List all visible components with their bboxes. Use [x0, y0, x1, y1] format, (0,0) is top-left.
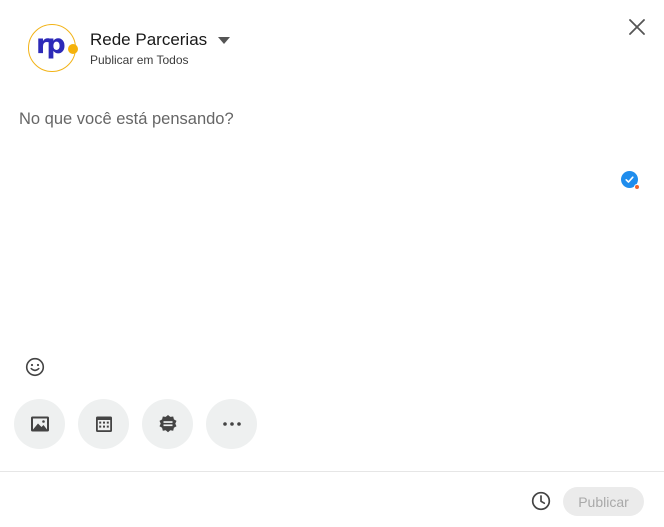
more-icon: [222, 422, 241, 426]
create-event-button[interactable]: [78, 399, 129, 449]
calendar-icon: [95, 416, 112, 432]
emoji-icon: [25, 357, 45, 377]
footer-divider: [0, 471, 664, 472]
publish-button[interactable]: Publicar: [563, 487, 644, 516]
author-meta: Rede Parcerias Publicar em Todos: [90, 29, 231, 67]
author-name-row: Rede Parcerias: [90, 29, 231, 50]
post-text-editor[interactable]: No que você está pensando?: [19, 110, 619, 129]
avatar: rp: [28, 24, 78, 72]
avatar-logo-text: rp: [36, 29, 66, 60]
verified-check-icon: [621, 171, 640, 190]
celebrate-button[interactable]: [142, 399, 193, 449]
schedule-button[interactable]: [530, 490, 552, 512]
emoji-button[interactable]: [24, 356, 46, 378]
close-icon: [629, 19, 645, 35]
status-dot: [634, 184, 640, 190]
add-media-button[interactable]: [14, 399, 65, 449]
more-button[interactable]: [206, 399, 257, 449]
clock-icon: [531, 491, 551, 511]
badge-icon: [159, 415, 176, 433]
avatar-logo-dot: [68, 44, 78, 54]
post-composer-modal: rp Rede Parcerias Publicar em Todos No q…: [0, 0, 664, 527]
composer-tools: [14, 399, 270, 449]
author-selector[interactable]: rp Rede Parcerias Publicar em Todos: [28, 24, 231, 72]
author-name: Rede Parcerias: [90, 29, 208, 49]
post-visibility: Publicar em Todos: [90, 52, 189, 67]
close-button[interactable]: [626, 16, 648, 38]
caret-down-icon[interactable]: [218, 36, 231, 44]
image-icon: [30, 416, 49, 432]
